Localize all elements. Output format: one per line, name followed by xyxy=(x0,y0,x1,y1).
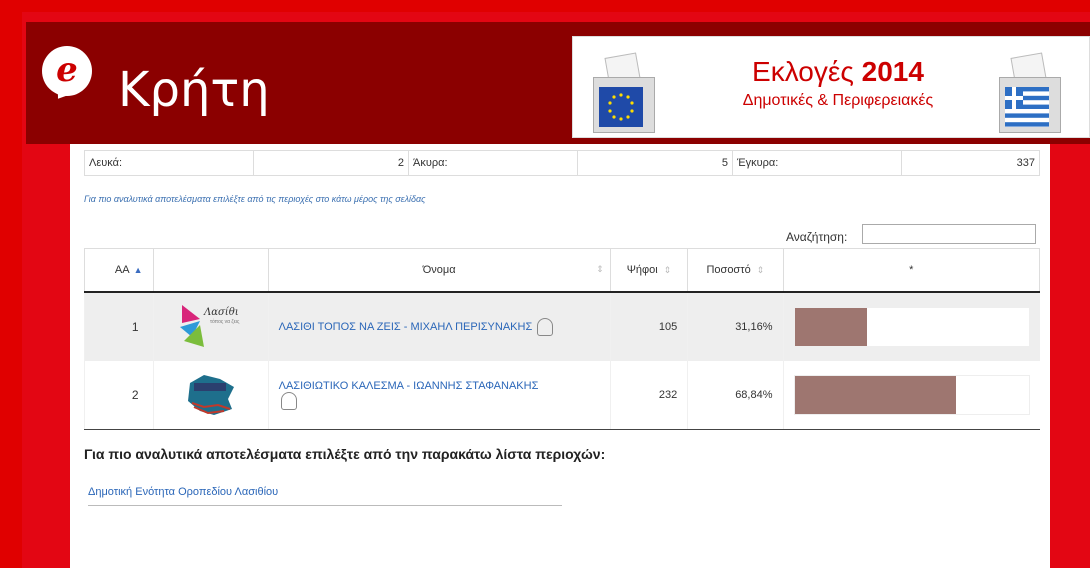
col-logo xyxy=(152,248,269,293)
site-title[interactable]: Κρήτη xyxy=(118,60,270,120)
divider xyxy=(88,505,562,506)
blank-value: 2 xyxy=(253,150,409,176)
sort-icon: ⇕ xyxy=(756,265,765,275)
party-name[interactable]: ΛΑΣΙΘΙ ΤΟΠΟΣ ΝΑ ΖΕΙΣ - ΜΙΧΑΗΛ ΠΕΡΙΣΥΝΑΚΗ… xyxy=(267,292,611,361)
row-bar xyxy=(782,361,1040,430)
area-link[interactable]: Δημοτική Ενότητα Οροπεδίου Λασιθίου xyxy=(88,486,278,498)
invalid-label: Άκυρα: xyxy=(408,150,578,176)
svg-text:τόπος να ζεις: τόπος να ζεις xyxy=(210,318,240,325)
col-bar: * xyxy=(782,248,1040,293)
areas-section-title: Για πιο αναλυτικά αποτελέσματα επιλέξτε … xyxy=(84,446,606,462)
banner-title: Εκλογές 2014 xyxy=(752,56,924,87)
search-input[interactable] xyxy=(862,224,1036,244)
row-votes: 105 xyxy=(609,292,688,361)
share-bar-fill xyxy=(794,308,868,346)
col-percent[interactable]: Ποσοστό ⇕ xyxy=(687,248,784,293)
elections-banner[interactable]: Εκλογές 2014 Δημοτικές & Περιφερειακές xyxy=(572,36,1090,138)
vote-summary-table: Λευκά: 2 Άκυρα: 5 Έγκυρα: 337 xyxy=(84,150,1040,176)
logo-letter: e xyxy=(56,50,78,90)
candidate-icon[interactable] xyxy=(280,392,297,410)
row-bar xyxy=(782,292,1040,361)
banner-subtitle: Δημοτικές & Περιφερειακές xyxy=(742,92,934,109)
results-table: ΑΑ ▲ Όνομα ⇕ Ψήφοι ⇕ Ποσοστό ⇕ * 1 Λασίθι τό… xyxy=(84,248,1040,430)
share-bar-fill xyxy=(794,376,956,414)
valid-value: 337 xyxy=(901,150,1040,176)
col-aa[interactable]: ΑΑ ▲ xyxy=(84,248,154,293)
e-logo-icon[interactable]: e xyxy=(42,46,92,105)
row-aa: 1 xyxy=(84,292,154,361)
svg-text:Λασίθι: Λασίθι xyxy=(203,307,239,318)
table-row[interactable]: 2 ΛΑΣΙΘΙΩΤΙΚΟ ΚΑΛΕΣΜΑ - ΙΩΑΝΝΗΣ ΣΤΑΦΑΝΑΚ… xyxy=(84,361,1040,430)
row-votes: 232 xyxy=(609,361,688,430)
lasithiotiko-kalesma-logo xyxy=(152,361,269,430)
blank-label: Λευκά: xyxy=(84,150,254,176)
sort-icon: ⇕ xyxy=(596,264,604,274)
search-label: Αναζήτηση: xyxy=(786,230,848,244)
row-percent: 31,16% xyxy=(687,292,783,361)
invalid-value: 5 xyxy=(577,150,733,176)
greek-ballot-box-icon xyxy=(999,52,1061,133)
share-bar-track xyxy=(793,375,1030,415)
share-bar-track xyxy=(793,307,1030,347)
lasithi-topos-logo: Λασίθι τόπος να ζεις xyxy=(152,292,269,361)
detail-hint: Για πιο αναλυτικά αποτελέσματα επιλέξτε … xyxy=(84,194,426,204)
sort-asc-icon: ▲ xyxy=(133,265,143,275)
col-name[interactable]: Όνομα ⇕ xyxy=(267,248,611,293)
results-panel: Λευκά: 2 Άκυρα: 5 Έγκυρα: 337 Για πιο αν… xyxy=(70,144,1050,568)
valid-label: Έγκυρα: xyxy=(732,150,902,176)
sort-icon: ⇕ xyxy=(663,265,672,275)
col-votes[interactable]: Ψήφοι ⇕ xyxy=(609,248,689,293)
table-row[interactable]: 1 Λασίθι τόπος να ζεις ΛΑΣΙΘΙ ΤΟΠΟΣ ΝΑ Ζ… xyxy=(84,292,1040,361)
eu-ballot-box-icon xyxy=(593,52,655,133)
row-aa: 2 xyxy=(84,361,154,430)
row-percent: 68,84% xyxy=(687,361,783,430)
party-name[interactable]: ΛΑΣΙΘΙΩΤΙΚΟ ΚΑΛΕΣΜΑ - ΙΩΑΝΝΗΣ ΣΤΑΦΑΝΑΚΗΣ xyxy=(267,361,611,430)
candidate-icon[interactable] xyxy=(537,318,554,336)
